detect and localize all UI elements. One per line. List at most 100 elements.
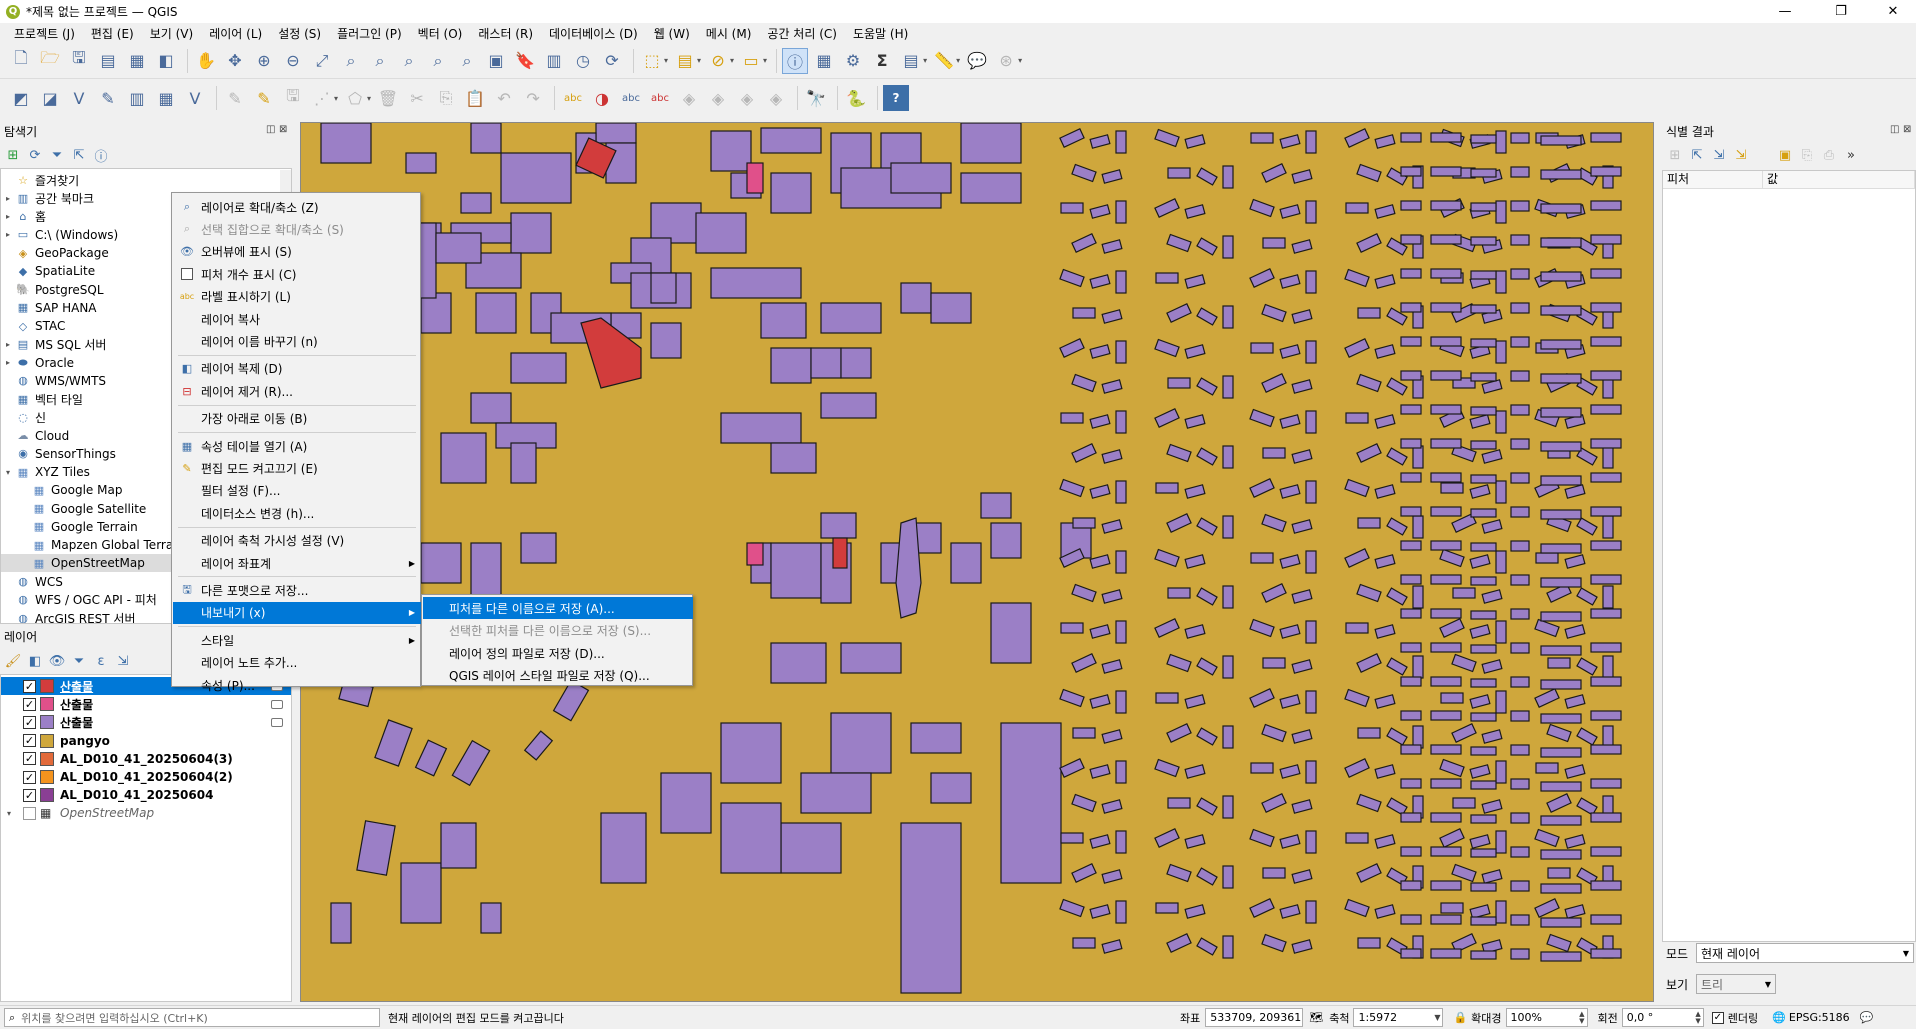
export-menu-item[interactable]: 피처를 다른 이름으로 저장 (A)...	[423, 597, 693, 619]
building-footprint[interactable]	[1540, 849, 1582, 860]
building-footprint[interactable]	[770, 347, 812, 384]
building-footprint[interactable]	[1279, 484, 1301, 499]
building-footprint[interactable]	[1291, 939, 1313, 954]
building-footprint[interactable]	[1184, 904, 1206, 919]
building-footprint[interactable]	[1470, 848, 1497, 858]
building-footprint[interactable]	[1430, 472, 1462, 483]
building-footprint[interactable]	[1540, 917, 1582, 928]
building-footprint[interactable]	[1059, 268, 1085, 288]
building-footprint[interactable]	[1510, 574, 1530, 586]
add-selected-layers-icon[interactable]: ⊞	[2, 145, 24, 165]
measure-line-icon[interactable]: 📏	[931, 48, 957, 74]
building-footprint[interactable]	[1510, 268, 1530, 280]
building-footprint[interactable]	[1154, 548, 1180, 568]
digitize-icon[interactable]: ⋰	[309, 85, 335, 111]
menu-item-7[interactable]: 래스터 (R)	[470, 25, 541, 42]
building-footprint[interactable]	[1430, 234, 1462, 245]
building-footprint[interactable]	[1540, 407, 1582, 418]
context-menu-item[interactable]: 👁 오버뷰에 표시 (S)	[173, 241, 421, 263]
building-footprint[interactable]	[1470, 134, 1497, 144]
current-edits-icon[interactable]: ✎	[222, 85, 248, 111]
building-footprint[interactable]	[1576, 517, 1598, 536]
menu-item-8[interactable]: 데이터베이스 (D)	[541, 25, 646, 42]
style-manager-icon[interactable]: ◧	[153, 48, 179, 74]
building-footprint[interactable]	[451, 739, 491, 787]
building-footprint[interactable]	[1540, 713, 1582, 724]
menu-item-9[interactable]: 웹 (W)	[646, 25, 698, 42]
building-footprint[interactable]	[1261, 303, 1287, 323]
context-menu-item[interactable]: 속성 (P)...	[173, 674, 421, 696]
building-footprint[interactable]	[1439, 548, 1465, 568]
building-footprint[interactable]	[1430, 506, 1462, 517]
building-footprint[interactable]	[760, 302, 807, 339]
building-footprint[interactable]	[1470, 542, 1497, 552]
copy-feature-icon[interactable]: ⎘	[1796, 145, 1818, 165]
building-footprint[interactable]	[1115, 130, 1127, 154]
building-footprint[interactable]	[1166, 443, 1192, 463]
paste-features-icon[interactable]: 📋	[462, 85, 488, 111]
building-footprint[interactable]	[1576, 587, 1598, 606]
add-group-icon[interactable]: ◧	[24, 651, 46, 671]
building-footprint[interactable]	[1469, 904, 1491, 919]
building-footprint[interactable]	[650, 202, 702, 244]
building-footprint[interactable]	[1184, 624, 1206, 639]
building-footprint[interactable]	[1356, 233, 1382, 253]
building-footprint[interactable]	[1374, 204, 1396, 219]
layer-item[interactable]: ✓ 산출물	[1, 713, 291, 731]
building-footprint[interactable]	[1510, 676, 1530, 688]
expand-arrow-icon[interactable]: ▾	[7, 809, 11, 818]
building-footprint[interactable]	[1279, 204, 1301, 219]
layer-visibility-checkbox[interactable]: ✓	[23, 770, 36, 784]
building-footprint[interactable]	[1374, 274, 1396, 289]
building-footprint[interactable]	[1430, 642, 1462, 653]
building-footprint[interactable]	[1115, 830, 1127, 854]
building-footprint[interactable]	[1184, 694, 1206, 709]
building-footprint[interactable]	[1279, 274, 1301, 289]
data-source-manager-icon[interactable]: ◩	[8, 85, 34, 111]
building-footprint[interactable]	[1400, 472, 1422, 483]
building-footprint[interactable]	[1344, 758, 1370, 778]
building-footprint[interactable]	[1400, 744, 1422, 755]
building-footprint[interactable]	[1590, 880, 1622, 891]
layer-name[interactable]: AL_D010_41_20250604(3)	[60, 752, 233, 766]
building-footprint[interactable]	[1495, 830, 1507, 854]
building-footprint[interactable]	[1089, 554, 1111, 569]
building-footprint[interactable]	[1470, 236, 1497, 246]
building-footprint[interactable]	[405, 152, 437, 174]
building-footprint[interactable]	[1261, 933, 1287, 953]
building-footprint[interactable]	[1495, 340, 1507, 364]
building-footprint[interactable]	[1534, 898, 1560, 918]
building-footprint[interactable]	[1400, 506, 1422, 517]
open-project-icon[interactable]: 🗁	[37, 48, 63, 74]
menu-item-0[interactable]: 프로젝트 (J)	[6, 25, 83, 42]
building-footprint[interactable]	[1430, 948, 1462, 959]
building-footprint[interactable]	[1564, 904, 1586, 919]
new-print-layout-icon[interactable]: ▤	[95, 48, 121, 74]
building-footprint[interactable]	[1374, 834, 1396, 849]
layer-visibility-checkbox[interactable]	[23, 806, 36, 820]
building-footprint[interactable]	[1546, 933, 1572, 953]
building-footprint[interactable]	[1291, 869, 1313, 884]
building-footprint[interactable]	[1344, 268, 1370, 288]
new-bookmark-icon[interactable]: 🔖	[512, 48, 538, 74]
building-footprint[interactable]	[1059, 898, 1085, 918]
context-menu-item[interactable]: 가장 아래로 이동 (B)	[173, 408, 421, 430]
building-footprint[interactable]	[1356, 443, 1382, 463]
building-footprint[interactable]	[1590, 404, 1622, 415]
open-attribute-table-icon[interactable]: ▦	[811, 48, 837, 74]
building-footprint[interactable]	[1452, 587, 1476, 599]
map-features[interactable]	[301, 123, 1654, 1002]
building-footprint[interactable]	[1249, 688, 1275, 708]
building-footprint[interactable]	[660, 772, 712, 834]
layer-name[interactable]: AL_D010_41_20250604	[60, 788, 213, 802]
close-panel-icon[interactable]: ⊠	[279, 124, 287, 135]
building-footprint[interactable]	[1196, 447, 1218, 466]
building-footprint[interactable]	[1279, 554, 1301, 569]
building-footprint[interactable]	[1430, 200, 1462, 211]
building-footprint[interactable]	[1115, 200, 1127, 224]
building-footprint[interactable]	[330, 902, 352, 944]
building-footprint[interactable]	[1412, 515, 1424, 539]
filter-legend-icon[interactable]: ⏷	[68, 651, 90, 671]
building-footprint[interactable]	[1279, 344, 1301, 359]
filter-browser-icon[interactable]: ⏷	[46, 145, 68, 165]
